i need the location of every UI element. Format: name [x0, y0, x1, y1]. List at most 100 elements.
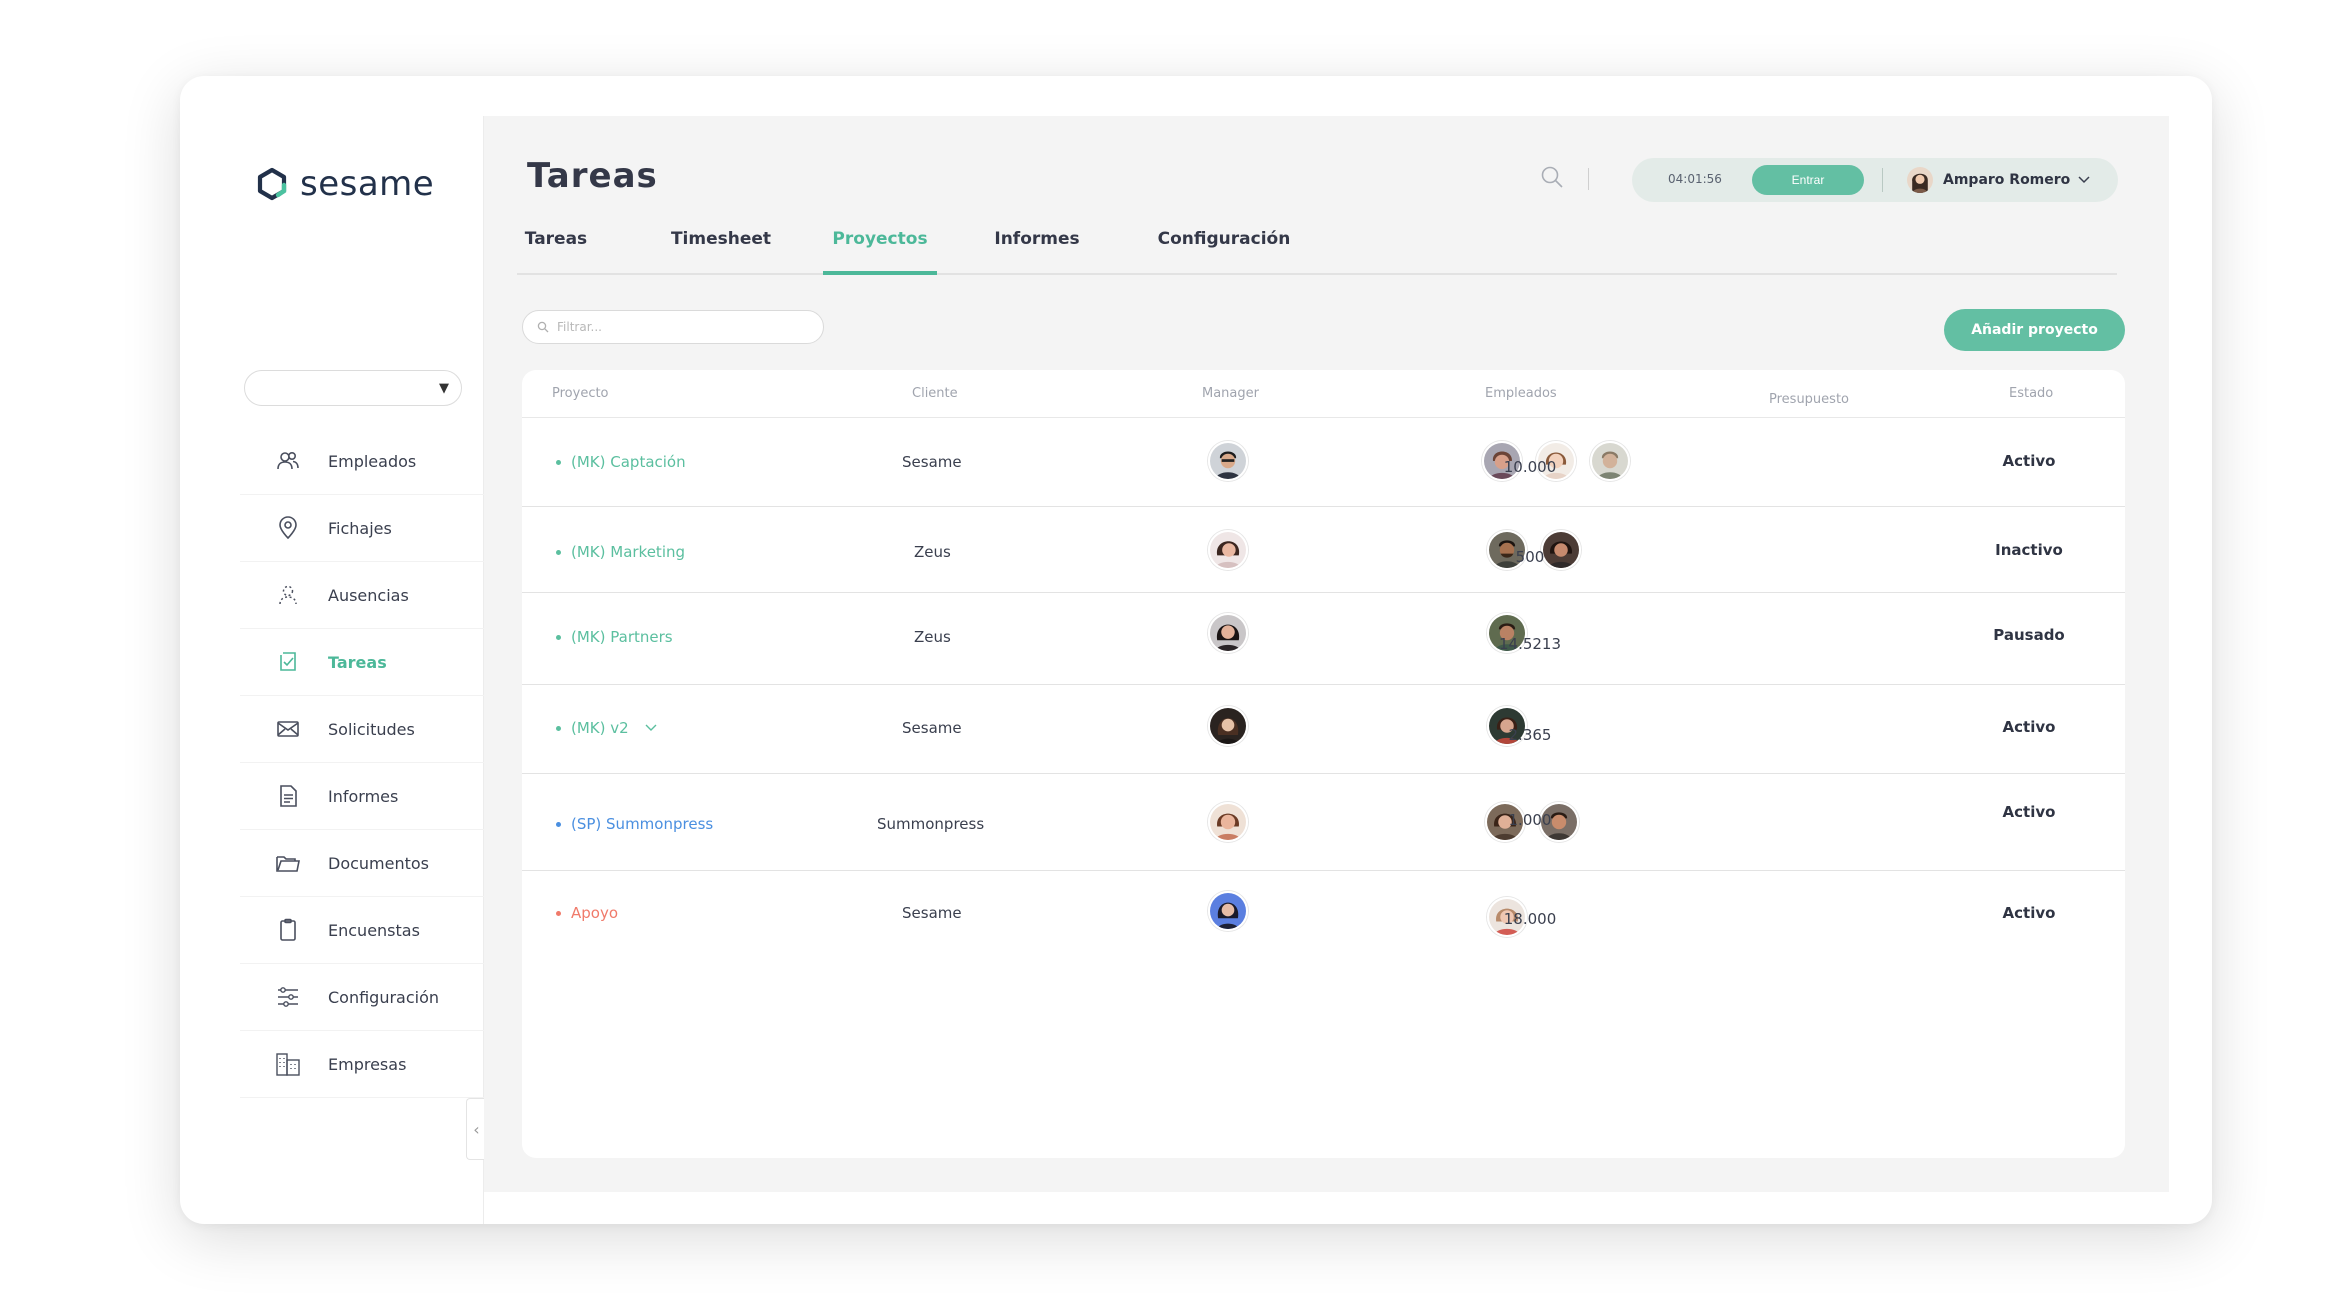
project-name-link[interactable]: (MK) Partners	[556, 628, 673, 646]
tab-proyectos[interactable]: Proyectos	[823, 204, 937, 275]
column-header-cliente[interactable]: Cliente	[912, 386, 958, 401]
column-header-presupuesto[interactable]: Presupuesto	[1769, 392, 1849, 407]
project-name-link[interactable]: (MK) v2	[556, 719, 657, 737]
caret-down-icon: ▼	[439, 381, 449, 396]
project-color-dot	[556, 459, 561, 465]
tab-informes[interactable]: Informes	[983, 204, 1091, 275]
sidebar-item-ausencias[interactable]: Ausencias	[240, 562, 484, 629]
sidebar-item-empleados[interactable]: Empleados	[240, 428, 484, 495]
budget-value: 14.5213	[1498, 635, 1562, 653]
sidebar-item-label: Empresas	[328, 1054, 407, 1074]
status-label: Activo	[2002, 452, 2056, 470]
sidebar-item-informes[interactable]: Informes	[240, 763, 484, 830]
tab-configuracion[interactable]: Configuración	[1147, 204, 1301, 275]
client-name: Zeus	[914, 628, 951, 646]
logo-text: sesame	[300, 164, 435, 204]
manager-avatar[interactable]	[1208, 802, 1248, 842]
project-name: (MK) Marketing	[571, 543, 686, 561]
client-name: Summonpress	[877, 815, 985, 833]
column-header-estado[interactable]: Estado	[2009, 386, 2053, 401]
sliders-icon	[274, 983, 302, 1011]
column-header-manager[interactable]: Manager	[1202, 386, 1259, 401]
project-color-dot	[556, 725, 561, 731]
status-label: Activo	[2002, 718, 2056, 736]
budget-value: 10.000	[1503, 458, 1557, 476]
sidebar-item-encuenstas[interactable]: Encuenstas	[240, 897, 484, 964]
absence-icon	[274, 581, 302, 609]
sidebar-item-label: Informes	[328, 786, 399, 806]
sidebar-item-fichajes[interactable]: Fichajes	[240, 495, 484, 562]
table-row[interactable]: (MK) Captación Sesame 10.000 Activo	[522, 418, 2125, 507]
sidebar-nav: Empleados Fichajes Ausencias Tareas Soli…	[240, 428, 484, 1098]
project-color-dot	[556, 821, 561, 827]
chevron-left-icon: ‹	[473, 1119, 480, 1139]
project-name-link[interactable]: (SP) Summonpress	[556, 815, 713, 833]
status-label: Activo	[2002, 803, 2056, 821]
status-label: Pausado	[1993, 626, 2065, 644]
header-divider	[1588, 168, 1589, 190]
user-name: Amparo Romero	[1943, 172, 2071, 188]
envelope-icon	[274, 715, 302, 743]
location-pin-icon	[274, 514, 302, 542]
sidebar-item-tareas[interactable]: Tareas	[240, 629, 484, 696]
users-icon	[274, 447, 302, 475]
project-name: (MK) Partners	[571, 628, 673, 646]
project-color-dot	[556, 910, 561, 916]
table-row[interactable]: Apoyo Sesame 18.000 Activo	[522, 871, 2125, 971]
project-name: (MK) v2	[571, 719, 629, 737]
manager-avatar[interactable]	[1208, 441, 1248, 481]
sidebar-item-documentos[interactable]: Documentos	[240, 830, 484, 897]
project-name: Apoyo	[571, 904, 619, 922]
filter-input[interactable]	[557, 320, 807, 334]
project-color-dot	[556, 634, 561, 640]
chevron-down-icon[interactable]	[645, 724, 657, 732]
user-avatar	[1907, 167, 1933, 193]
tab-tareas[interactable]: Tareas	[517, 204, 595, 275]
table-row[interactable]: (MK) Partners Zeus 14.5213 Pausado	[522, 593, 2125, 685]
project-name: (MK) Captación	[571, 453, 686, 471]
clock-widget: 04:01:56 Entrar Amparo Romero	[1632, 158, 2118, 202]
company-select[interactable]: ▼	[244, 370, 462, 406]
add-project-button[interactable]: Añadir proyecto	[1944, 309, 2125, 351]
project-name-link[interactable]: (MK) Captación	[556, 453, 686, 471]
sidebar-item-solicitudes[interactable]: Solicitudes	[240, 696, 484, 763]
project-color-dot	[556, 549, 561, 555]
sidebar-item-label: Encuenstas	[328, 920, 420, 940]
table-row[interactable]: (SP) Summonpress Summonpress 1.000 Activ…	[522, 774, 2125, 871]
tab-timesheet[interactable]: Timesheet	[663, 204, 779, 275]
projects-table: Proyecto Cliente Manager Empleados Presu…	[522, 370, 2125, 1158]
manager-avatar[interactable]	[1208, 706, 1248, 746]
chevron-down-icon	[2078, 176, 2090, 184]
clock-time: 04:01:56	[1668, 172, 1722, 186]
sidebar-item-label: Configuración	[328, 987, 440, 1007]
status-label: Activo	[2002, 904, 2056, 922]
manager-avatar[interactable]	[1208, 613, 1248, 653]
project-name: (SP) Summonpress	[571, 815, 714, 833]
sidebar: sesame ▼ Empleados Fichajes Ausencias Ta…	[222, 116, 486, 1224]
client-name: Zeus	[914, 543, 951, 561]
client-name: Sesame	[902, 904, 962, 922]
column-header-proyecto[interactable]: Proyecto	[552, 386, 609, 401]
manager-avatar[interactable]	[1208, 891, 1248, 931]
sidebar-item-label: Documentos	[328, 853, 430, 873]
search-icon[interactable]	[1539, 164, 1565, 190]
filter-field[interactable]	[522, 310, 824, 344]
collapse-sidebar-button[interactable]: ‹	[466, 1098, 486, 1160]
column-header-empleados[interactable]: Empleados	[1485, 386, 1557, 401]
sidebar-item-configuracion[interactable]: Configuración	[240, 964, 484, 1031]
table-header: Proyecto Cliente Manager Empleados Presu…	[522, 370, 2125, 418]
main-content: Tareas 04:01:56 Entrar Amparo Romero Tar…	[484, 116, 2169, 1192]
user-menu[interactable]: Amparo Romero	[1907, 166, 2090, 194]
tasks-icon	[274, 648, 302, 676]
project-name-link[interactable]: (MK) Marketing	[556, 543, 685, 561]
clipboard-icon	[274, 916, 302, 944]
tab-bar: Tareas Timesheet Proyectos Informes Conf…	[517, 204, 2117, 275]
page-title: Tareas	[527, 156, 658, 196]
table-row[interactable]: (MK) v2 Sesame 2.365 Activo	[522, 685, 2125, 774]
table-row[interactable]: (MK) Marketing Zeus 500 Inactivo	[522, 507, 2125, 593]
enter-button[interactable]: Entrar	[1752, 165, 1864, 195]
sidebar-item-empresas[interactable]: Empresas	[240, 1031, 484, 1098]
clock-divider	[1882, 168, 1883, 192]
manager-avatar[interactable]	[1208, 530, 1248, 570]
project-name-link[interactable]: Apoyo	[556, 904, 618, 922]
